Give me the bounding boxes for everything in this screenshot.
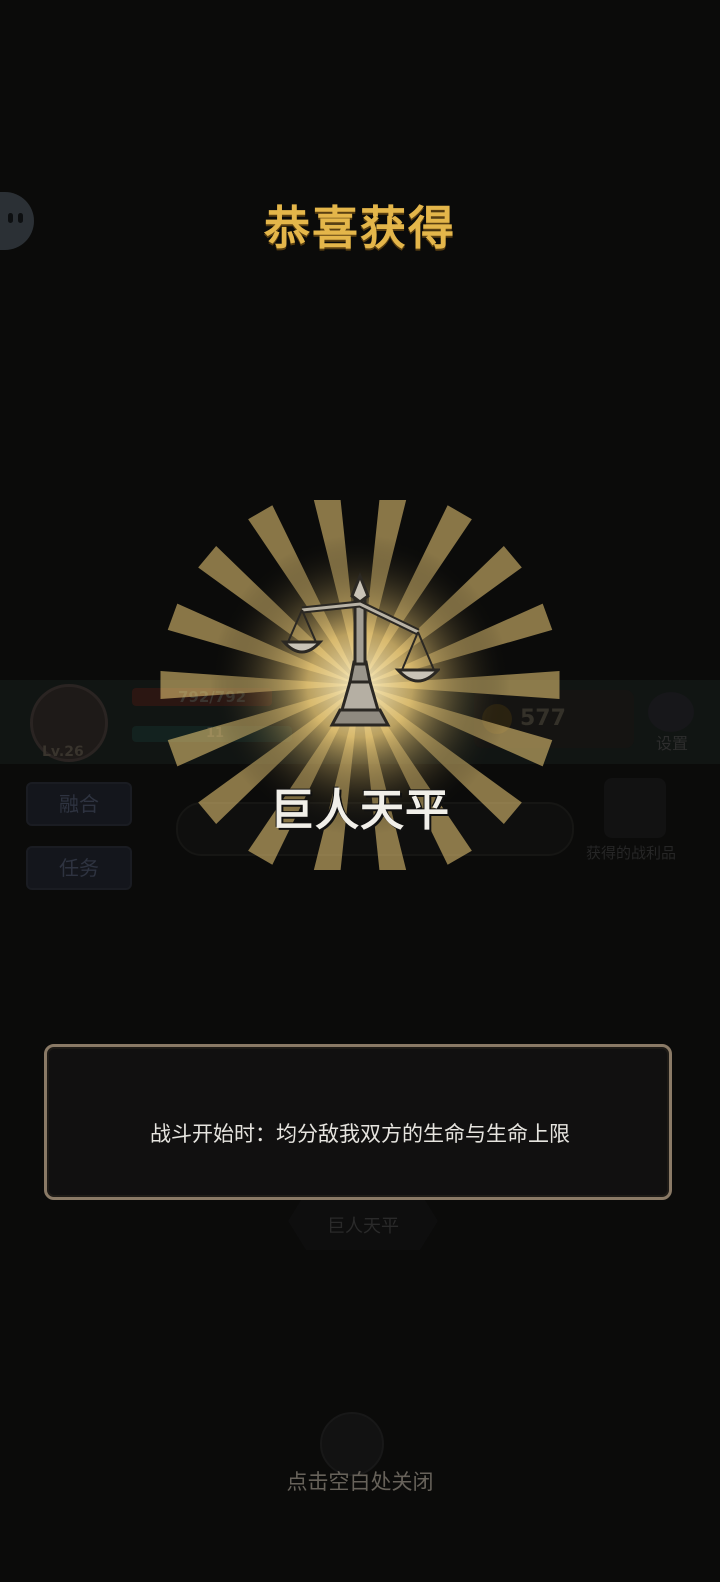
game-screen[interactable]: Lv.26 792/792 11 577 设置 融合 任务 获得的战利品 巨人天…	[0, 0, 720, 1582]
item-badge-label: 巨人天平	[327, 1216, 399, 1237]
item-description: 战斗开始时：均分敌我双方的生命与生命上限	[150, 1122, 570, 1146]
settings-label: 设置	[656, 734, 689, 753]
close-hint[interactable]: 点击空白处关闭	[0, 1466, 720, 1496]
item-name: 巨人天平	[270, 785, 450, 836]
loot-label: 获得的战利品	[586, 844, 677, 862]
scale-icon	[280, 571, 440, 727]
popup-title: 恭喜获得	[264, 201, 456, 255]
task-button[interactable]: 任务	[26, 846, 132, 890]
player-level: Lv.26	[42, 744, 84, 760]
gear-icon[interactable]	[648, 692, 694, 732]
